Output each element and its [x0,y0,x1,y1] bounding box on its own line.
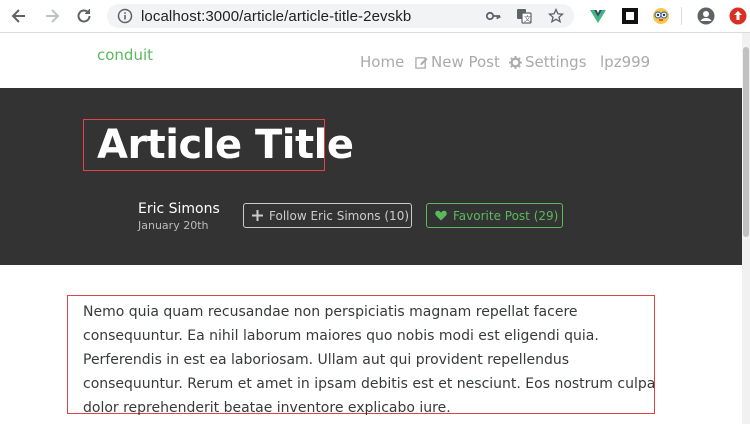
forward-icon[interactable] [42,6,62,26]
gear-icon [509,56,522,69]
nav-home-label: Home [360,53,405,71]
toolbar-divider [681,7,682,25]
nav-settings[interactable]: Settings [509,53,587,71]
nav-settings-label: Settings [525,53,587,71]
reload-icon[interactable] [74,6,94,26]
author-name[interactable]: Eric Simons [138,201,220,217]
compose-icon [415,57,428,69]
follow-author-label: Follow Eric Simons (10) [269,208,410,223]
title-highlight-box: Article Title [83,119,354,171]
brand-logo[interactable]: conduit [97,46,153,64]
profile-avatar-icon[interactable] [697,7,715,25]
article-title: Article Title [97,122,354,168]
back-icon[interactable] [9,6,29,26]
svg-text:文: 文 [524,14,531,23]
plus-icon [252,210,263,221]
app-navbar: conduit Home New Post Settings lpz999 [0,33,742,88]
update-icon[interactable] [729,7,747,25]
favorite-post-button[interactable]: Favorite Post (29) [426,203,563,228]
heart-icon [435,210,447,221]
info-icon[interactable] [117,8,133,24]
nav-user[interactable]: lpz999 [600,53,650,71]
bookmark-star-icon[interactable] [547,7,565,24]
favorite-post-label: Favorite Post (29) [453,208,559,223]
nav-user-label: lpz999 [600,53,651,71]
article-date: January 20th [138,219,209,232]
nav-new-post-label: New Post [431,53,500,71]
article-body-highlight-box: Nemo quia quam recusandae non perspiciat… [67,295,655,416]
follow-author-button[interactable]: Follow Eric Simons (10) [243,203,412,228]
page-scrollbar[interactable] [742,33,750,424]
vue-devtools-icon[interactable] [589,7,607,25]
nav-home[interactable]: Home [360,53,404,71]
article-body: Nemo quia quam recusandae non perspiciat… [83,304,656,416]
url-text[interactable]: localhost:3000/article/article-title-2ev… [141,8,411,25]
scrollbar-thumb[interactable] [743,47,749,237]
browser-toolbar: localhost:3000/article/article-title-2ev… [0,0,750,33]
extension-square-icon[interactable] [621,7,639,25]
address-bar[interactable]: localhost:3000/article/article-title-2ev… [107,4,574,28]
key-icon[interactable] [485,8,501,24]
nav-new-post[interactable]: New Post [415,53,500,71]
article-banner: Article Title Eric Simons January 20th F… [0,88,742,265]
extension-owl-icon[interactable] [652,7,670,25]
translate-icon[interactable]: 文 [516,8,532,24]
